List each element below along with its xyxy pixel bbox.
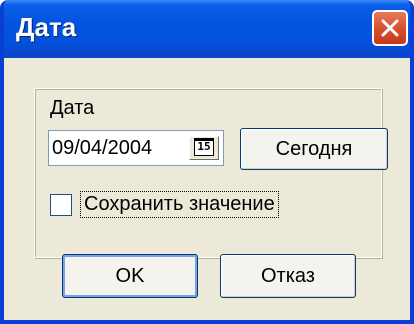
close-icon (381, 19, 399, 37)
date-value: 09/04/2004 (52, 137, 153, 159)
calendar-button[interactable]: 15 (189, 136, 219, 160)
close-button[interactable] (372, 10, 408, 46)
dialog-body: Дата 09/04/2004 15 Сегодня Сохранить зна… (4, 58, 410, 320)
date-input[interactable]: 09/04/2004 15 (48, 130, 224, 166)
title-bar[interactable]: Дата (4, 0, 410, 58)
date-dialog-window: Дата Дата 09/04/2004 15 Сегодня Сохранит… (0, 0, 414, 324)
cancel-button[interactable]: Отказ (220, 254, 356, 298)
today-button[interactable]: Сегодня (240, 128, 388, 170)
save-value-label[interactable]: Сохранить значение (80, 191, 279, 218)
calendar-icon: 15 (194, 138, 214, 156)
window-title: Дата (16, 12, 77, 42)
group-label: Дата (50, 97, 95, 119)
save-value-checkbox[interactable] (50, 194, 72, 216)
ok-button[interactable]: OK (62, 254, 198, 298)
